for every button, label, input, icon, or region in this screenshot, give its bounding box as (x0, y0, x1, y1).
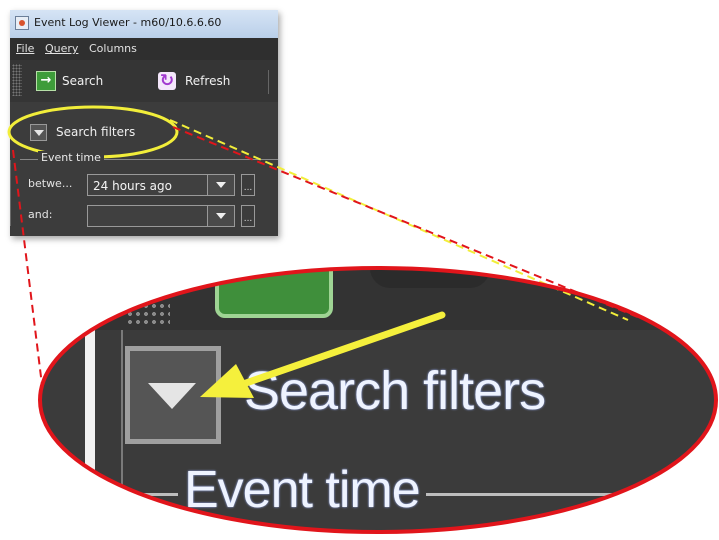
connector-red-left (12, 149, 43, 386)
callout-border (38, 266, 718, 534)
annotation-overlay (7, 105, 718, 534)
callout-arrow-icon (242, 311, 446, 387)
annotation-group (7, 105, 718, 534)
event-time-group-label: Event time (38, 151, 104, 164)
highlight-ellipse (7, 105, 179, 159)
